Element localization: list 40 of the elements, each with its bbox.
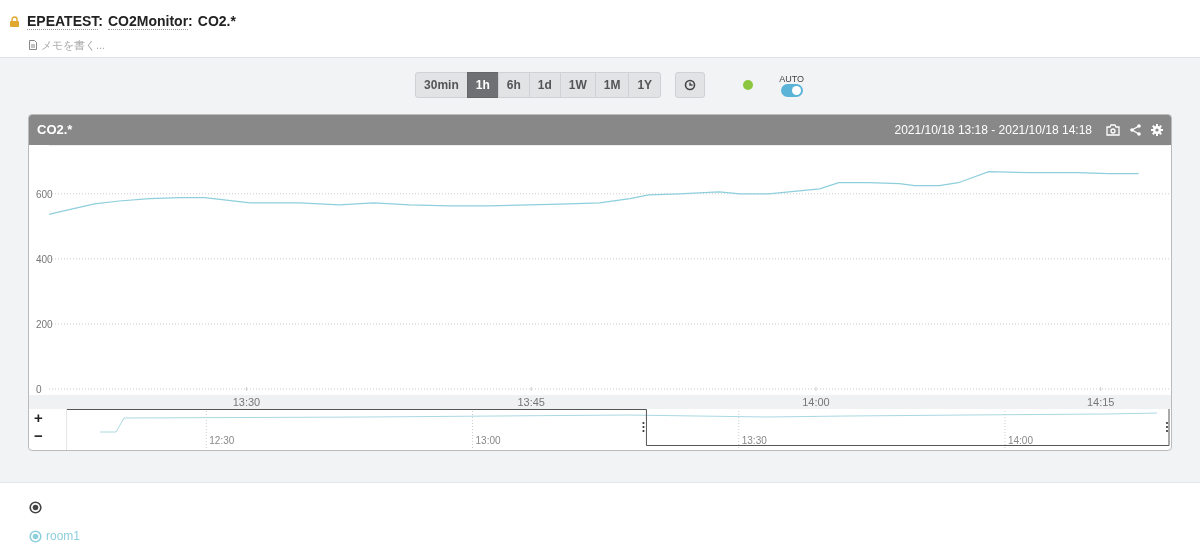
breadcrumb-link[interactable]: CO2Monitor <box>108 12 189 30</box>
camera-icon[interactable] <box>1106 124 1120 136</box>
series-radio[interactable] <box>29 529 42 543</box>
drag-handle-icon[interactable] <box>1165 421 1169 433</box>
zoom-in-button[interactable]: + <box>34 409 43 427</box>
auto-label: AUTO <box>779 73 804 84</box>
settings-icon[interactable] <box>1151 124 1163 136</box>
separator: : <box>188 12 193 29</box>
share-icon[interactable] <box>1130 124 1141 136</box>
x-tick-label: 13:30 <box>232 396 261 408</box>
zoom-out-button[interactable]: − <box>34 427 43 445</box>
auto-toggle[interactable] <box>780 83 803 97</box>
range-button[interactable]: 1d <box>528 72 561 98</box>
separator: : <box>98 12 103 29</box>
y-tick-label: 0 <box>36 384 42 395</box>
select-all-radio[interactable] <box>29 501 42 515</box>
range-button[interactable]: 6h <box>497 72 530 98</box>
clock-button[interactable] <box>675 72 706 98</box>
y-tick-label: 400 <box>36 253 53 265</box>
navigator-tick-label: 14:00 <box>1007 435 1033 446</box>
clock-icon <box>684 79 697 91</box>
y-tick-label: 200 <box>36 318 53 330</box>
range-button[interactable]: 1Y <box>628 72 662 98</box>
x-tick-label: 14:15 <box>1086 396 1115 408</box>
page-title: CO2.* <box>197 12 236 29</box>
navigator-tick-label: 12:30 <box>209 435 235 446</box>
breadcrumb-link[interactable]: EPEATEST <box>27 12 99 30</box>
range-button[interactable]: 1W <box>559 72 596 98</box>
range-button[interactable]: 1h <box>466 72 499 98</box>
y-tick-label: 600 <box>36 188 53 200</box>
navigator-tick-label: 13:00 <box>475 435 501 446</box>
range-button[interactable]: 30min <box>415 72 468 98</box>
x-tick-label: 14:00 <box>802 396 830 408</box>
time-range: 2021/10/18 13:18 - 2021/10/18 14:18 <box>894 122 1092 139</box>
drag-handle-icon[interactable] <box>642 421 645 433</box>
x-tick-label: 13:45 <box>517 396 545 408</box>
selection-window[interactable] <box>67 409 1170 446</box>
panel-title: CO2.* <box>37 121 73 140</box>
document-icon <box>29 40 37 51</box>
navigator-tick-label: 13:30 <box>741 435 767 446</box>
